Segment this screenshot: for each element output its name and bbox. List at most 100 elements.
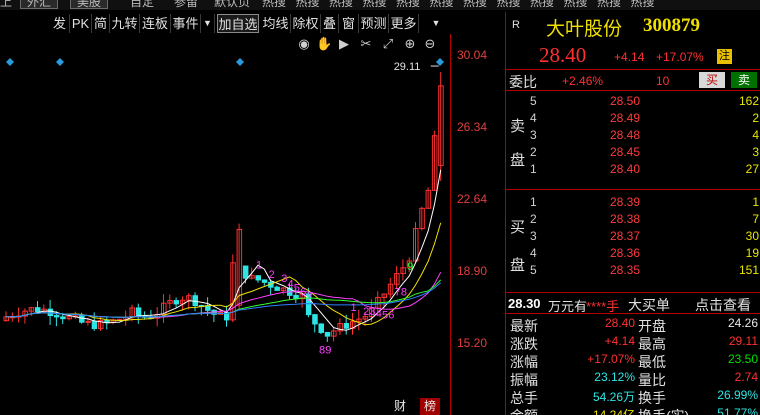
stat-value: +17.07% (587, 352, 635, 366)
hot-search-link[interactable]: 热搜 (497, 0, 521, 10)
stat-value: +4.14 (604, 334, 635, 348)
ask-level-number: 3 (530, 128, 537, 142)
bid-level-row[interactable]: 3 28.37 30 (506, 229, 760, 246)
bid-level-price: 28.36 (609, 246, 640, 260)
event-marker-icon (6, 58, 14, 66)
nine-turn-label: 8 (401, 286, 407, 298)
candle-body (343, 323, 350, 329)
stat-label: 最低 (638, 354, 666, 370)
candle-body (318, 323, 324, 333)
bid-level-price: 28.35 (609, 263, 640, 277)
last-price: 28.40 (539, 43, 587, 67)
price-axis-label: 30.04 (457, 48, 488, 62)
nav-item-forex[interactable]: 外汇 (20, 0, 59, 9)
ask-level-row[interactable]: 1 28.40 27 (506, 162, 760, 179)
ask-level-row[interactable]: 5 28.50 162 (506, 94, 760, 111)
ask-level-price: 28.40 (609, 162, 640, 176)
bid-level-volume: 151 (738, 263, 759, 277)
hot-search-link[interactable]: 热搜 (530, 0, 554, 10)
candle-body (255, 275, 261, 281)
ask-level-price: 28.45 (609, 145, 640, 159)
finance-tag[interactable]: 财 (390, 398, 410, 415)
weicha-value: 10 (656, 74, 670, 88)
stat-value: 28.40 (604, 316, 635, 330)
big-order-view-link[interactable]: 点击查看 (695, 295, 751, 315)
stat-label: 开盘 (638, 318, 666, 334)
bid-level-row[interactable]: 4 28.36 19 (506, 246, 760, 263)
toolbar-ma-button[interactable]: 均线 (261, 14, 291, 33)
candle-body (312, 314, 318, 325)
candle-body (60, 316, 66, 320)
candle-body (104, 319, 110, 323)
nine-turn-label: 5 (382, 310, 388, 322)
toolbar-overlay-button[interactable]: 叠 (321, 14, 339, 33)
candle-body (35, 307, 41, 313)
buy-side-label: 盘 (510, 257, 526, 274)
event-marker-icon (236, 58, 244, 66)
hot-search-link[interactable]: 热搜 (430, 0, 454, 10)
nine-turn-label: 4 (288, 279, 294, 291)
toolbar-more-button[interactable]: 更多 (389, 14, 419, 33)
bid-level-volume: 7 (752, 212, 759, 226)
price-change-pct: +17.07% (656, 50, 704, 64)
stat-label: 振幅 (510, 372, 538, 388)
hot-search-link[interactable]: 热搜 (396, 0, 420, 10)
kline-chart[interactable]: 12 3 4 5 6 78 91 2 3 4 5 67 8929.11 (0, 34, 450, 415)
toolbar-events-button[interactable]: 事件 (171, 14, 201, 33)
stat-value: 26.99% (717, 388, 758, 402)
toolbar-window-button[interactable]: 窗 (339, 14, 359, 33)
candle-body (91, 320, 98, 330)
candle-body (173, 300, 180, 305)
ask-level-volume: 2 (752, 111, 759, 125)
add-to-watchlist-button[interactable]: 加自选 (217, 14, 259, 33)
nav-item-us-stocks[interactable]: 美股 (70, 0, 109, 9)
nav-item-custom[interactable]: 自定 (130, 0, 154, 10)
high-price-marker: 29.11 (394, 61, 421, 73)
ranking-tag[interactable]: 榜 (420, 398, 440, 415)
bid-level-row[interactable]: 1 28.39 1 (506, 195, 760, 212)
nav-item-canliu[interactable]: 参留 (174, 0, 198, 10)
bid-level-price: 28.39 (609, 195, 640, 209)
toolbar-limit-up-button[interactable]: 连板 (140, 14, 171, 33)
nine-turn-label: 3 (281, 273, 287, 285)
toolbar-fa-button[interactable]: 发 (50, 14, 70, 33)
nav-item-shang[interactable]: 上 (0, 0, 12, 10)
bid-level-number: 5 (530, 263, 537, 277)
toolbar-pk-button[interactable]: PK (70, 14, 92, 33)
ask-level-volume: 27 (745, 162, 759, 176)
events-dropdown-icon[interactable]: ▼ (201, 14, 215, 33)
toolbar-jian-button[interactable]: 简 (92, 14, 110, 33)
ask-level-number: 1 (530, 162, 537, 176)
buy-button[interactable]: 买 (699, 72, 725, 88)
hot-search-link[interactable]: 热搜 (262, 0, 286, 10)
nine-turn-label: 1 (256, 259, 262, 271)
bid-level-row[interactable]: 2 28.38 7 (506, 212, 760, 229)
hot-search-link[interactable]: 热搜 (329, 0, 353, 10)
more-dropdown-icon[interactable]: ▼ (421, 14, 451, 33)
hot-search-link[interactable]: 热搜 (564, 0, 588, 10)
bid-level-row[interactable]: 5 28.35 151 (506, 263, 760, 280)
nine-turn-label: 6 (300, 286, 306, 298)
hot-search-link[interactable]: 热搜 (363, 0, 387, 10)
price-axis-label: 26.34 (457, 120, 488, 134)
bid-level-volume: 19 (745, 246, 759, 260)
hot-search-link[interactable]: 热搜 (463, 0, 487, 10)
toolbar-exright-button[interactable]: 除权 (291, 14, 321, 33)
ask-level-row[interactable]: 4 28.49 2 (506, 111, 760, 128)
nav-item-default-page[interactable]: 默认页 (214, 0, 250, 10)
candle-body (261, 279, 268, 283)
nine-turn-label: 8 (319, 345, 325, 357)
buy-side-label: 买 (510, 219, 526, 236)
hot-search-link[interactable]: 热搜 (597, 0, 621, 10)
nine-turn-label: 9 (407, 261, 413, 273)
hot-search-link[interactable]: 热搜 (296, 0, 320, 10)
ask-level-row[interactable]: 3 28.48 4 (506, 128, 760, 145)
price-axis-label: 18.90 (457, 264, 488, 278)
ask-level-row[interactable]: 2 28.45 3 (506, 145, 760, 162)
toolbar-nine-turn-button[interactable]: 九转 (110, 14, 140, 33)
hot-search-link[interactable]: 热搜 (631, 0, 655, 10)
sell-button[interactable]: 卖 (731, 72, 757, 88)
toolbar-forecast-button[interactable]: 预测 (359, 14, 389, 33)
sell-side-label: 卖 (510, 118, 526, 135)
candle-body (293, 294, 299, 300)
